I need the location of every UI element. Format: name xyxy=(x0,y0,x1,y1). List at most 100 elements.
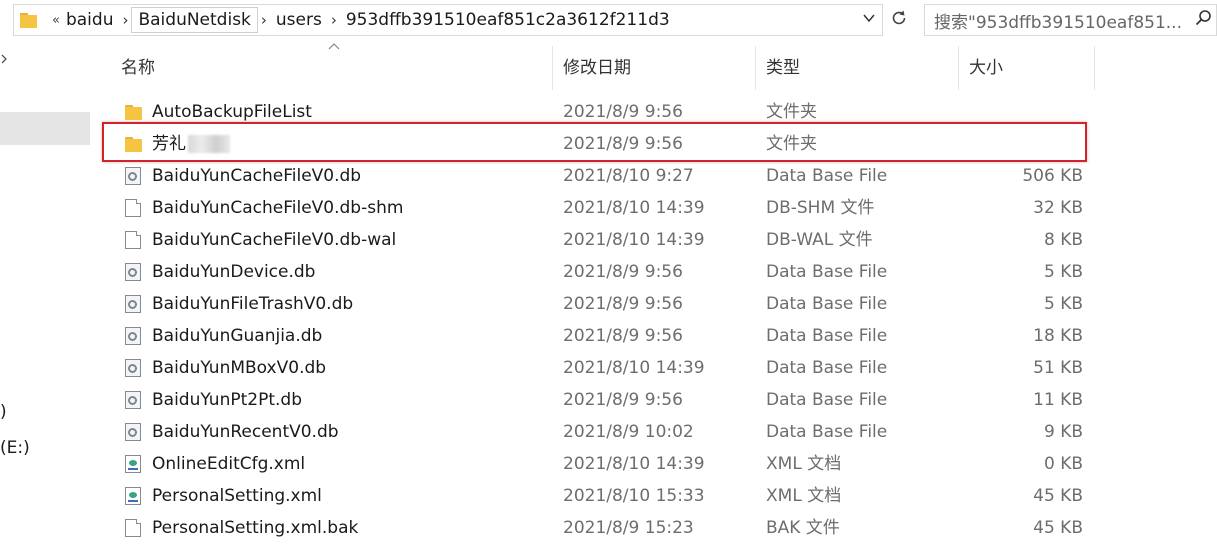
file-size: 45 KB xyxy=(1033,486,1083,506)
file-row[interactable]: BaiduYunCacheFileV0.db-shm 2021/8/10 14:… xyxy=(103,192,1095,224)
blank-file-icon xyxy=(125,199,141,217)
address-bar[interactable]: « baidu › BaiduNetdisk › users › 953dffb… xyxy=(13,4,883,36)
file-row[interactable]: BaiduYunRecentV0.db 2021/8/9 10:02 Data … xyxy=(103,416,1095,448)
file-row[interactable]: BaiduYunDevice.db 2021/8/9 9:56 Data Bas… xyxy=(103,256,1095,288)
column-divider[interactable] xyxy=(552,46,553,90)
file-date: 2021/8/10 14:39 xyxy=(563,198,705,218)
search-icon[interactable] xyxy=(1190,9,1216,31)
file-date: 2021/8/9 9:56 xyxy=(563,390,683,410)
file-row[interactable]: PersonalSetting.xml.bak 2021/8/9 15:23 B… xyxy=(103,512,1095,544)
database-file-icon xyxy=(125,423,141,441)
xml-file-icon xyxy=(125,487,141,505)
file-size: 32 KB xyxy=(1033,198,1083,218)
file-size: 45 KB xyxy=(1033,518,1083,538)
file-date: 2021/8/9 9:56 xyxy=(563,294,683,314)
file-type: Data Base File xyxy=(766,390,888,410)
file-date: 2021/8/10 14:39 xyxy=(563,358,705,378)
column-header-size[interactable]: 大小 xyxy=(969,44,1003,92)
nav-item-fragment[interactable]: ) xyxy=(0,402,7,422)
column-header-name[interactable]: 名称 xyxy=(121,44,155,92)
nav-item-selected[interactable] xyxy=(0,112,90,145)
file-type: Data Base File xyxy=(766,166,888,186)
file-type: XML 文档 xyxy=(766,486,842,506)
expand-chevron-icon[interactable] xyxy=(0,54,8,67)
breadcrumb-current-folder[interactable]: 953dffb391510eaf851c2a3612f211d3 xyxy=(340,7,676,33)
file-name: AutoBackupFileList xyxy=(152,102,312,122)
breadcrumb-baidunetdisk[interactable]: BaiduNetdisk xyxy=(131,7,258,33)
column-header-type[interactable]: 类型 xyxy=(766,44,800,92)
redaction-blur xyxy=(188,135,230,153)
column-divider[interactable] xyxy=(755,46,756,90)
file-type: 文件夹 xyxy=(766,102,817,122)
file-type: Data Base File xyxy=(766,358,888,378)
file-size: 9 KB xyxy=(1043,422,1083,442)
file-name: BaiduYunMBoxV0.db xyxy=(152,358,327,378)
navigation-pane: ) (E:) xyxy=(0,40,100,553)
xml-file-icon xyxy=(125,455,141,473)
file-date: 2021/8/10 15:33 xyxy=(563,486,705,506)
file-type: BAK 文件 xyxy=(766,518,840,538)
file-name: PersonalSetting.xml.bak xyxy=(152,518,359,538)
file-row[interactable]: 芳礼 2021/8/9 9:56 文件夹 xyxy=(103,128,1095,160)
refresh-button[interactable] xyxy=(885,4,913,36)
file-type: DB-SHM 文件 xyxy=(766,198,875,218)
file-date: 2021/8/9 9:56 xyxy=(563,102,683,122)
file-date: 2021/8/10 9:27 xyxy=(563,166,694,186)
nav-item-drive-e[interactable]: (E:) xyxy=(0,438,30,458)
file-size: 18 KB xyxy=(1033,326,1083,346)
folder-icon xyxy=(125,137,142,152)
file-date: 2021/8/10 14:39 xyxy=(563,230,705,250)
file-name: BaiduYunPt2Pt.db xyxy=(152,390,302,410)
file-size: 506 KB xyxy=(1022,166,1083,186)
file-date: 2021/8/10 14:39 xyxy=(563,454,705,474)
file-row[interactable]: BaiduYunFileTrashV0.db 2021/8/9 9:56 Dat… xyxy=(103,288,1095,320)
file-date: 2021/8/9 9:56 xyxy=(563,134,683,154)
database-file-icon xyxy=(125,327,141,345)
chevron-down-icon[interactable] xyxy=(862,11,876,29)
column-divider[interactable] xyxy=(958,46,959,90)
sort-ascending-icon xyxy=(328,38,340,54)
breadcrumb-separator[interactable]: › xyxy=(328,11,340,29)
file-row[interactable]: BaiduYunPt2Pt.db 2021/8/9 9:56 Data Base… xyxy=(103,384,1095,416)
file-type: XML 文档 xyxy=(766,454,842,474)
column-header-date[interactable]: 修改日期 xyxy=(563,44,631,92)
database-file-icon xyxy=(125,391,141,409)
file-type: DB-WAL 文件 xyxy=(766,230,873,250)
file-size: 5 KB xyxy=(1043,262,1083,282)
file-name: PersonalSetting.xml xyxy=(152,486,322,506)
database-file-icon xyxy=(125,295,141,313)
file-row[interactable]: AutoBackupFileList 2021/8/9 9:56 文件夹 xyxy=(103,96,1095,128)
file-name: BaiduYunCacheFileV0.db-wal xyxy=(152,230,397,250)
breadcrumb-separator[interactable]: › xyxy=(119,11,131,29)
file-name: BaiduYunFileTrashV0.db xyxy=(152,294,354,314)
file-size: 0 KB xyxy=(1043,454,1083,474)
column-header-row: 名称 修改日期 类型 大小 xyxy=(103,43,1095,92)
file-row[interactable]: PersonalSetting.xml 2021/8/10 15:33 XML … xyxy=(103,480,1095,512)
search-input[interactable]: 搜索"953dffb391510eaf851... xyxy=(924,4,1217,36)
file-name: OnlineEditCfg.xml xyxy=(152,454,306,474)
file-row[interactable]: BaiduYunGuanjia.db 2021/8/9 9:56 Data Ba… xyxy=(103,320,1095,352)
file-row[interactable]: BaiduYunMBoxV0.db 2021/8/10 14:39 Data B… xyxy=(103,352,1095,384)
breadcrumb-baidu[interactable]: baidu xyxy=(60,7,120,33)
file-row[interactable]: BaiduYunCacheFileV0.db-wal 2021/8/10 14:… xyxy=(103,224,1095,256)
file-size: 5 KB xyxy=(1043,294,1083,314)
file-name: BaiduYunDevice.db xyxy=(152,262,316,282)
file-name-blurred: 芳礼 xyxy=(152,128,230,160)
file-type: Data Base File xyxy=(766,326,888,346)
file-date: 2021/8/9 10:02 xyxy=(563,422,694,442)
breadcrumb-overflow[interactable]: « xyxy=(52,13,60,28)
breadcrumb-separator[interactable]: › xyxy=(258,11,270,29)
file-size: 11 KB xyxy=(1033,390,1083,410)
file-size: 8 KB xyxy=(1043,230,1083,250)
file-row[interactable]: OnlineEditCfg.xml 2021/8/10 14:39 XML 文档… xyxy=(103,448,1095,480)
database-file-icon xyxy=(125,263,141,281)
file-name: BaiduYunCacheFileV0.db-shm xyxy=(152,198,404,218)
breadcrumb-users[interactable]: users xyxy=(270,7,328,33)
refresh-icon xyxy=(890,8,908,32)
search-placeholder: 搜索"953dffb391510eaf851... xyxy=(934,12,1182,33)
file-row[interactable]: BaiduYunCacheFileV0.db 2021/8/10 9:27 Da… xyxy=(103,160,1095,192)
file-size: 51 KB xyxy=(1033,358,1083,378)
folder-icon xyxy=(125,105,142,120)
blank-file-icon xyxy=(125,231,141,249)
column-divider[interactable] xyxy=(1094,46,1095,90)
